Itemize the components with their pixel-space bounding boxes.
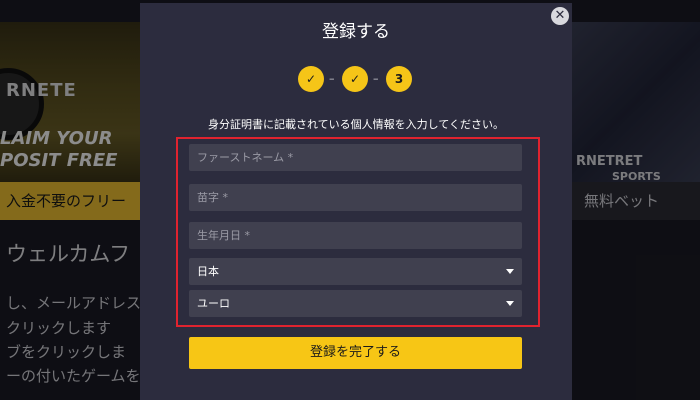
country-select[interactable]: 日本 — [189, 258, 522, 285]
step-3-current: 3 — [386, 66, 412, 92]
last-name-placeholder: 苗字 * — [197, 191, 228, 204]
step-indicator: ✓ – ✓ – 3 — [298, 66, 418, 92]
modal-title: 登録する — [322, 22, 390, 42]
form-instructions: 身分証明書に記載されている個人情報を入力してください。 — [207, 118, 504, 131]
last-name-field[interactable]: 苗字 * — [189, 184, 522, 211]
step-separator: – — [373, 72, 379, 85]
birthdate-placeholder: 生年月日 * — [197, 229, 250, 242]
country-value: 日本 — [197, 265, 219, 278]
close-icon[interactable]: ✕ — [551, 7, 569, 25]
step-separator: – — [329, 72, 335, 85]
step-2-check-icon: ✓ — [342, 66, 368, 92]
currency-value: ユーロ — [197, 297, 230, 310]
chevron-down-icon — [506, 269, 514, 274]
chevron-down-icon — [506, 301, 514, 306]
first-name-field[interactable]: ファーストネーム * — [189, 144, 522, 171]
birthdate-field[interactable]: 生年月日 * — [189, 222, 522, 249]
complete-registration-button[interactable]: 登録を完了する — [189, 337, 522, 369]
currency-select[interactable]: ユーロ — [189, 290, 522, 317]
first-name-placeholder: ファーストネーム * — [197, 151, 294, 164]
step-1-check-icon: ✓ — [298, 66, 324, 92]
